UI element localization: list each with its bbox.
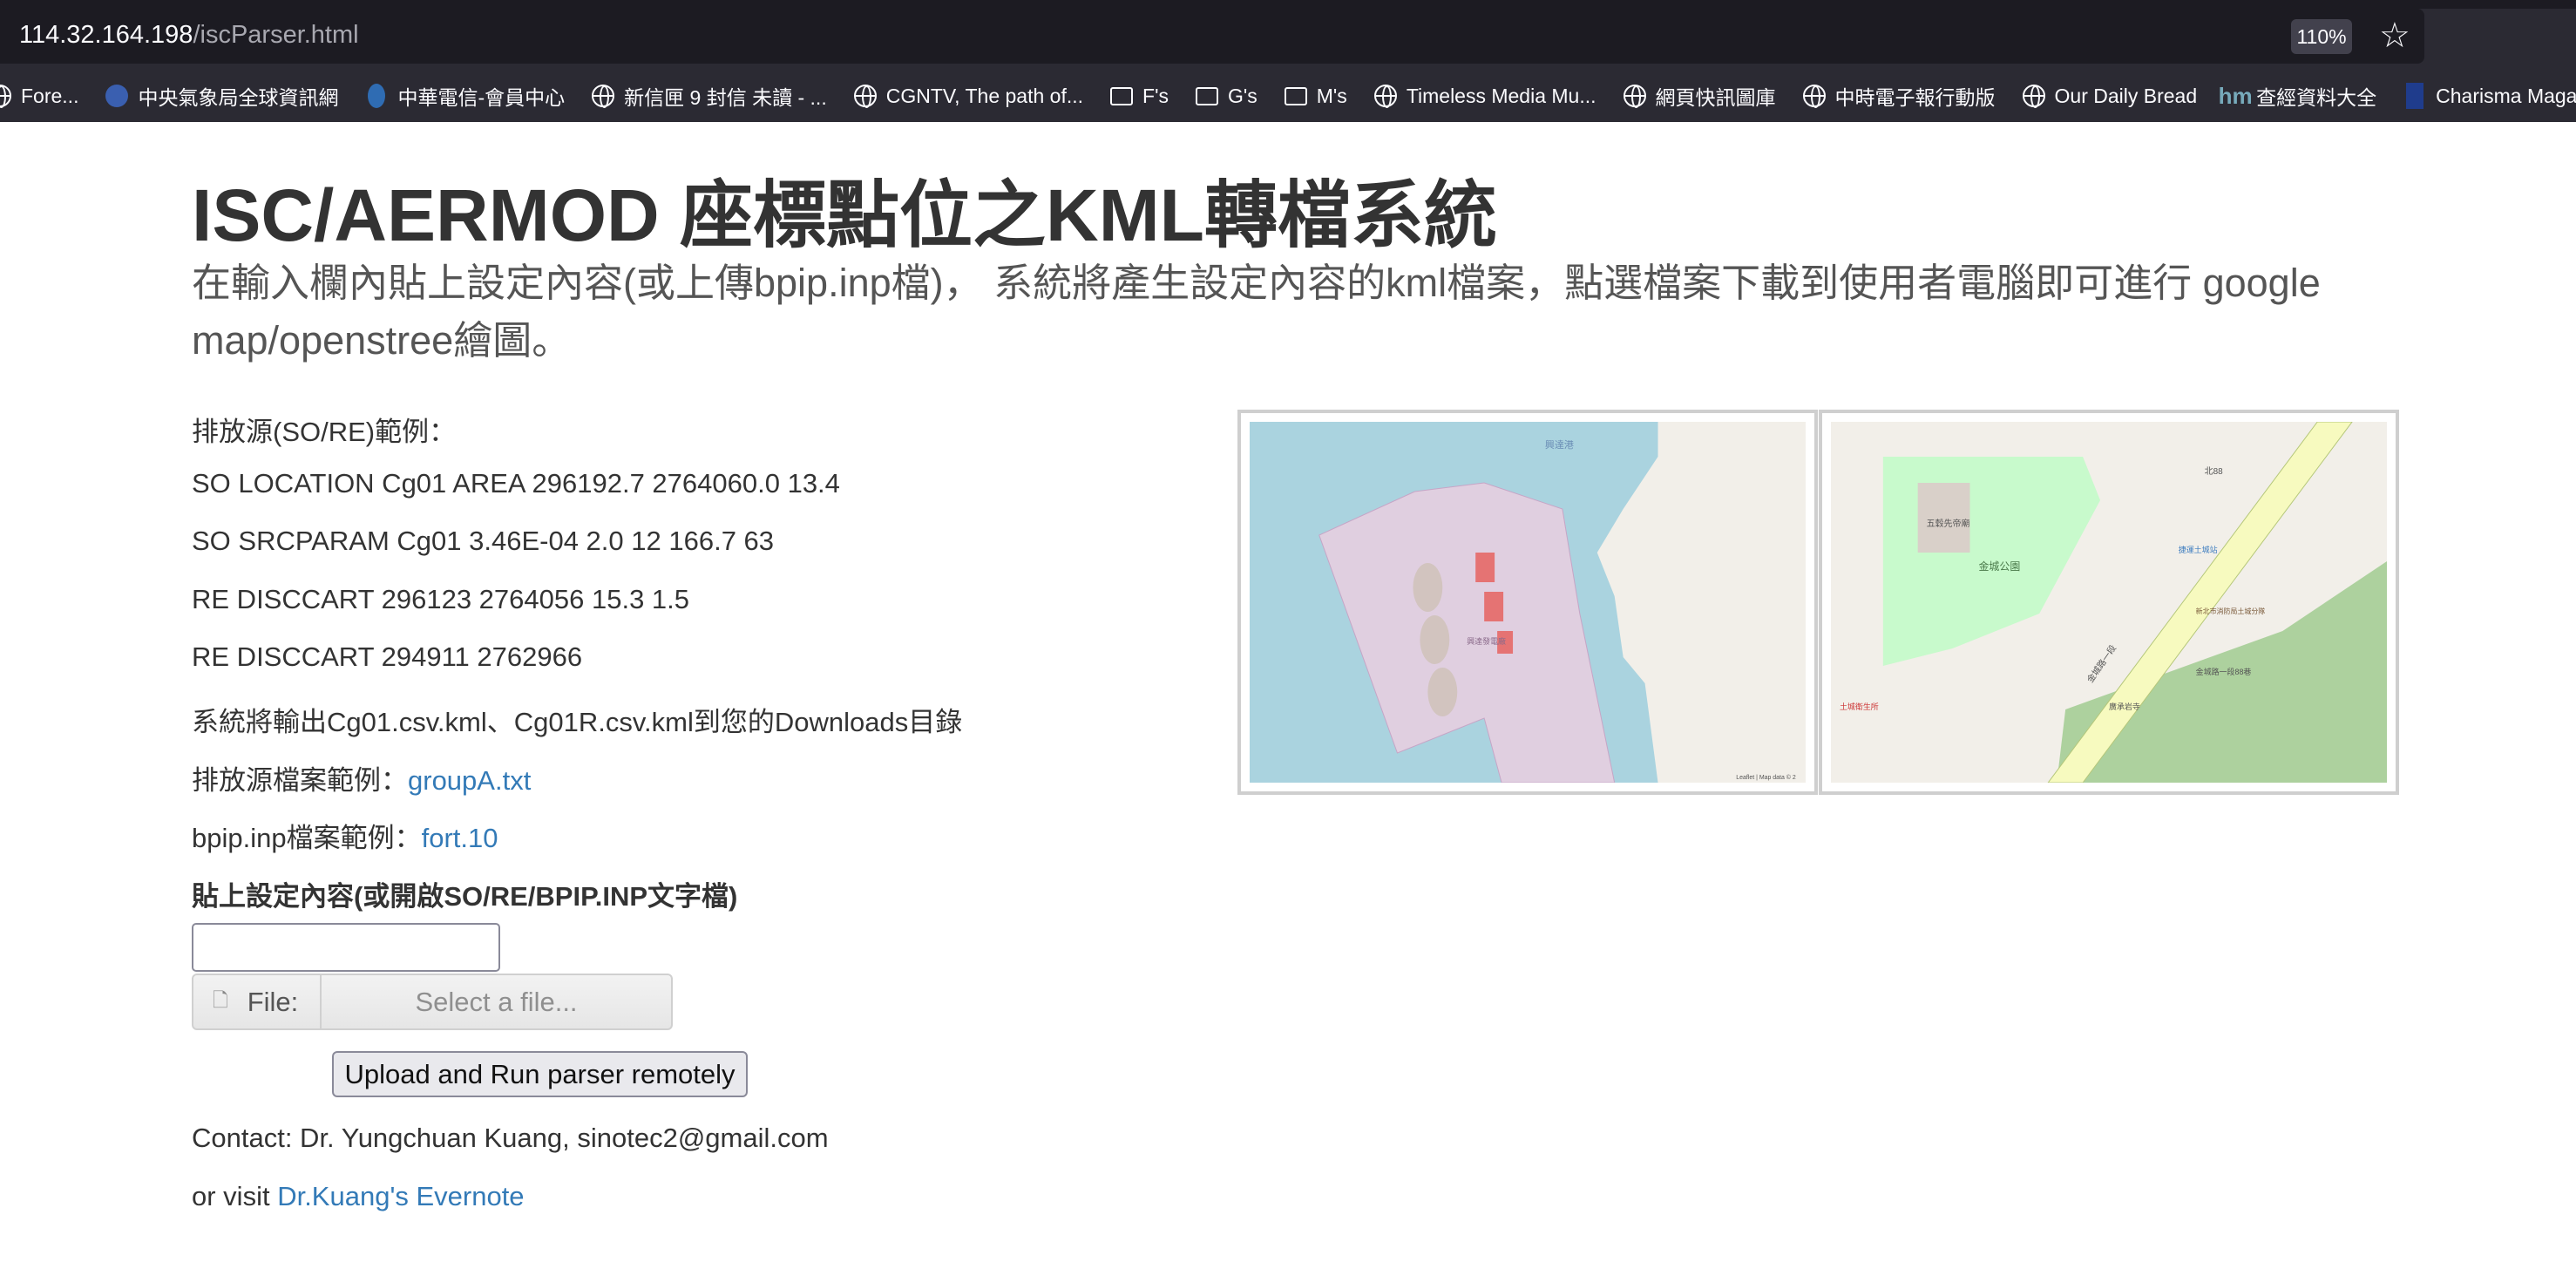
bookmark-item[interactable]: hm 查經資料大全 [2218, 81, 2377, 111]
bookmark-label: Timeless Media Mu... [1406, 84, 1596, 107]
temple-building [1917, 483, 1970, 553]
example-line: SO SRCPARAM Cg01 3.46E-04 2.0 12 166.7 6… [192, 526, 775, 556]
map-label: 廣承岩寺 [2109, 702, 2140, 711]
map-attribution: Leaflet | Map data © 2 [1736, 774, 1796, 781]
source-file-example: 排放源檔案範例：groupA.txt [192, 758, 531, 797]
map-label: 興達發電廠 [1467, 636, 1506, 646]
tank [1420, 615, 1450, 664]
bpip-label: bpip.inp檔案範例： [192, 823, 422, 853]
bookmarks-bar: Fore... 中央氣象局全球資訊網 中華電信-會員中心 新信匣 9 封信 未讀 - … [0, 76, 2576, 116]
bookmark-star-icon[interactable]: ☆ [2379, 16, 2410, 56]
cwb-icon [105, 84, 129, 108]
bookmark-item[interactable]: 中華電信-會員中心 [364, 81, 565, 111]
bookmark-item[interactable]: 新信匣 9 封信 未讀 - ... [591, 81, 827, 111]
page-subtitle: 在輸入欄內貼上設定內容(或上傳bpip.inp檔)， 系統將產生設定內容的kml… [192, 261, 2321, 363]
browser-chrome: 114.32.164.198/iscParser.html 110% ☆ For… [0, 0, 2576, 122]
source-file-label: 排放源檔案範例： [192, 765, 408, 796]
bookmark-item[interactable]: F's [1109, 84, 1169, 108]
zoom-level-badge[interactable]: 110% [2291, 19, 2352, 54]
bookmark-item[interactable]: M's [1284, 84, 1347, 108]
bookmark-item[interactable]: 網頁快訊圖庫 [1623, 81, 1776, 111]
url-text[interactable]: 114.32.164.198/iscParser.html [19, 21, 359, 50]
page-title: ISC/AERMOD 座標點位之KML轉檔系統 [192, 174, 1497, 256]
bookmark-item[interactable]: G's [1195, 84, 1257, 108]
file-picker[interactable]: 🗋 File: Select a file... [192, 974, 673, 1030]
bookmark-label: 查經資料大全 [2256, 86, 2377, 109]
bookmark-label: 中時電子報行動版 [1834, 86, 1996, 109]
bookmark-label: Charisma Magazine ... [2436, 84, 2576, 107]
bookmark-label: 新信匣 9 封信 未讀 - ... [624, 86, 827, 109]
output-note: 系統將輸出Cg01.csv.kml、Cg01R.csv.kml到您的Downlo… [192, 707, 963, 737]
example-heading: 排放源(SO/RE)範例： [192, 417, 457, 447]
paste-input[interactable] [192, 923, 500, 972]
bookmark-label: F's [1142, 84, 1169, 107]
url-path: /iscParser.html [193, 21, 359, 49]
map-label: 新北市消防局土城分隊 [2196, 607, 2266, 615]
file-label-box: 🗋 File: [193, 975, 322, 1028]
file-label: File: [247, 986, 299, 1017]
bookmark-item[interactable]: Timeless Media Mu... [1373, 84, 1596, 108]
file-icon: 🗋 [213, 988, 228, 1011]
map-image-street: 五穀先帝廟 金城公園 北88 捷運土城站 新北市消防局土城分隊 廣承岩寺 土城衛… [1819, 410, 2399, 795]
example-line: SO LOCATION Cg01 AREA 296192.7 2764060.0… [192, 468, 840, 499]
select-file-button[interactable]: Select a file... [322, 987, 671, 1018]
upload-run-button[interactable]: Upload and Run parser remotely [332, 1051, 748, 1097]
bookmark-label: Fore... [21, 84, 79, 107]
folder-icon [1195, 84, 1219, 108]
url-host: 114.32.164.198 [19, 21, 193, 49]
folder-icon [1109, 84, 1134, 108]
globe-icon [2022, 84, 2046, 108]
visit-prefix: or visit [192, 1181, 278, 1211]
bookmark-label: 中央氣象局全球資訊網 [138, 86, 339, 109]
tab-strip [0, 0, 2576, 9]
bookmark-item[interactable]: CGNTV, The path of... [853, 84, 1083, 108]
globe-icon [1623, 84, 1647, 108]
globe-icon [0, 84, 12, 108]
map-label: 北88 [2205, 466, 2223, 477]
bookmark-label: 中華電信-會員中心 [397, 86, 566, 109]
cht-icon [364, 84, 389, 108]
map-image-harbor: 興達港 興達發電廠 Leaflet | Map data © 2 [1237, 410, 1818, 795]
example-line: RE DISCCART 296123 2764056 15.3 1.5 [192, 584, 690, 614]
paste-label: 貼上設定內容(或開啟SO/RE/BPIP.INP文字檔) [192, 881, 738, 912]
address-bar[interactable]: 114.32.164.198/iscParser.html 110% ☆ [0, 9, 2424, 64]
globe-icon [853, 84, 878, 108]
bookmark-label: Our Daily Bread [2054, 84, 2198, 107]
bookmark-label: CGNTV, The path of... [885, 84, 1084, 107]
evernote-link[interactable]: Dr.Kuang's Evernote [277, 1181, 524, 1211]
folder-icon [1284, 84, 1308, 108]
hm-icon: hm [2218, 82, 2253, 109]
map-label: 金城路一段88巷 [2196, 667, 2252, 676]
example-line: RE DISCCART 294911 2762966 [192, 641, 583, 672]
building [1475, 553, 1495, 582]
tank [1413, 563, 1443, 612]
bookmark-label: 網頁快訊圖庫 [1655, 86, 1776, 109]
map-label: 土城衛生所 [1840, 702, 1879, 711]
bookmark-label: G's [1227, 84, 1257, 107]
tank [1427, 668, 1458, 716]
bookmark-item[interactable]: Fore... [0, 84, 78, 108]
bookmark-item[interactable]: Our Daily Bread [2022, 84, 2198, 108]
map-label: 五穀先帝廟 [1927, 518, 1970, 529]
map-label: 興達港 [1545, 439, 1574, 451]
visit-line: or visit Dr.Kuang's Evernote [192, 1181, 525, 1212]
building [1484, 592, 1504, 621]
map-label: 金城公園 [1978, 560, 2020, 573]
contact-text: Contact: Dr. Yungchuan Kuang, sinotec2@g… [192, 1123, 829, 1153]
bpip-example: bpip.inp檔案範例：fort.10 [192, 816, 498, 855]
bookmark-label: M's [1316, 84, 1347, 107]
bookmark-item[interactable]: 中央氣象局全球資訊網 [105, 81, 338, 111]
globe-icon [1373, 84, 1398, 108]
charisma-icon [2403, 83, 2427, 109]
map-label: 捷運土城站 [2179, 545, 2218, 554]
globe-icon [591, 84, 615, 108]
groupa-link[interactable]: groupA.txt [408, 765, 531, 796]
fort10-link[interactable]: fort.10 [422, 823, 498, 853]
bookmark-item[interactable]: Charisma Magazine ... [2403, 83, 2576, 109]
bookmark-item[interactable]: 中時電子報行動版 [1802, 81, 1996, 111]
globe-icon [1802, 84, 1827, 108]
